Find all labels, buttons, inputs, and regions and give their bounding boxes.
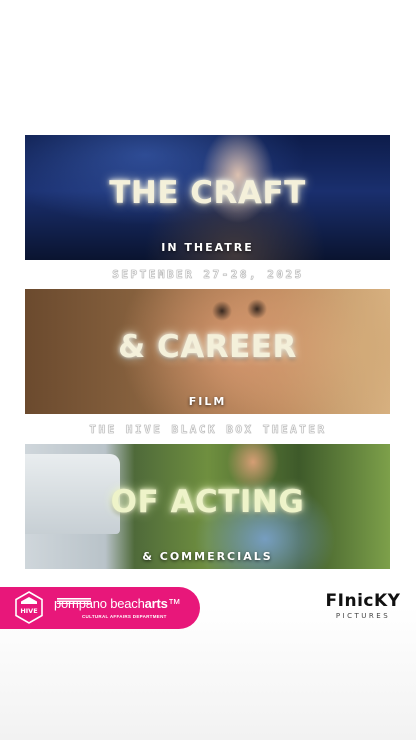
brand-name-a: pompano beach <box>54 596 145 611</box>
panel-subtitle: FILM <box>188 395 227 408</box>
event-dates: SEPTEMBER 27-28, 2025 <box>112 268 304 282</box>
panel-of-acting: OF ACTING & COMMERCIALS <box>25 444 390 569</box>
finicky-title: FInicKY <box>325 591 401 611</box>
hive-logo-text: HIVE <box>20 607 37 615</box>
hexagon-icon: HIVE <box>14 590 44 625</box>
event-poster: THE CRAFT IN THEATRE SEPTEMBER 27-28, 20… <box>0 0 416 740</box>
finicky-subtitle: PICTURES <box>335 612 391 620</box>
event-venue: THE HIVE BLACK BOX THEATER <box>89 423 327 437</box>
panel-title: THE CRAFT <box>109 175 306 211</box>
pompano-beach-arts-band: HIVE pompano beacharts™ CULTURAL AFFAIRS… <box>0 587 200 629</box>
panel-title: & CAREER <box>118 329 297 365</box>
panel-and-career: & CAREER FILM <box>25 289 390 414</box>
panel-title: OF ACTING <box>110 484 305 520</box>
panel-the-craft: THE CRAFT IN THEATRE <box>25 135 390 260</box>
pompano-beach-arts-logo: pompano beacharts™ <box>54 596 181 611</box>
finicky-pictures-logo: FInicKY PICTURES <box>318 591 408 620</box>
panel-subtitle: IN THEATRE <box>161 241 254 254</box>
panel-subtitle: & COMMERCIALS <box>142 550 273 563</box>
bars-icon <box>57 589 91 604</box>
brand-subtitle: CULTURAL AFFAIRS DEPARTMENT <box>82 614 167 619</box>
brand-name-b: arts <box>144 596 168 611</box>
